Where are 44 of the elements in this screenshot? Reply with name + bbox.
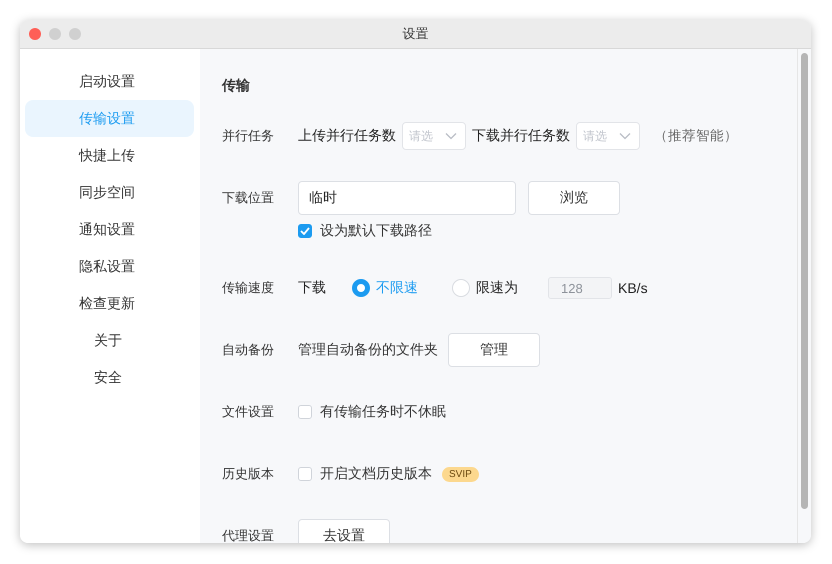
radio-label: 限速为 bbox=[476, 279, 518, 297]
sidebar-item[interactable]: 检查更新 bbox=[25, 285, 194, 322]
row-label: 并行任务 bbox=[222, 127, 275, 145]
chevron-down-icon bbox=[445, 132, 457, 140]
sidebar-item[interactable]: 启动设置 bbox=[25, 63, 194, 100]
path-field[interactable]: 临时 bbox=[298, 181, 516, 215]
sidebar-item[interactable]: 安全 bbox=[25, 359, 194, 396]
sidebar-item[interactable]: 快捷上传 bbox=[25, 137, 194, 174]
window-title: 设置 bbox=[402, 25, 428, 43]
minimize-button[interactable] bbox=[49, 28, 61, 40]
svip-badge: SVIP bbox=[442, 466, 479, 482]
close-button[interactable] bbox=[29, 28, 41, 40]
row-label: 历史版本 bbox=[222, 465, 275, 483]
checkbox-label: 开启文档历史版本 bbox=[320, 465, 432, 483]
row-label: 自动备份 bbox=[222, 341, 275, 359]
sidebar-item[interactable]: 同步空间 bbox=[25, 174, 194, 211]
row-label: 传输速度 bbox=[222, 279, 275, 297]
row-label: 文件设置 bbox=[222, 403, 275, 421]
zoom-button[interactable] bbox=[69, 28, 81, 40]
radio-button[interactable] bbox=[352, 279, 370, 297]
scrollbar-thumb[interactable] bbox=[801, 53, 808, 509]
download-label: 下载并行任务数 bbox=[472, 127, 570, 145]
checkbox-label: 设为默认下载路径 bbox=[320, 222, 432, 240]
chevron-down-icon bbox=[619, 132, 631, 140]
direction-label: 下载 bbox=[298, 279, 326, 297]
checkbox[interactable] bbox=[298, 224, 312, 238]
row-label: 下载位置 bbox=[222, 189, 275, 207]
radio-label: 不限速 bbox=[376, 279, 418, 297]
hint-text: （推荐智能） bbox=[654, 127, 738, 145]
scrollbar[interactable] bbox=[797, 49, 811, 543]
unit-label: KB/s bbox=[618, 280, 648, 296]
upload-label: 上传并行任务数 bbox=[298, 127, 396, 145]
checkbox[interactable] bbox=[298, 467, 312, 481]
description-text: 管理自动备份的文件夹 bbox=[298, 341, 438, 359]
browse-button[interactable]: 浏览 bbox=[528, 181, 620, 215]
checkbox[interactable] bbox=[298, 405, 312, 419]
row-label: 代理设置 bbox=[222, 527, 275, 543]
sidebar-item[interactable]: 隐私设置 bbox=[25, 248, 194, 285]
checkbox-label: 有传输任务时不休眠 bbox=[320, 403, 446, 421]
action-button[interactable]: 管理 bbox=[448, 333, 540, 367]
sidebar-item[interactable]: 通知设置 bbox=[25, 211, 194, 248]
section-title: 传输 bbox=[222, 76, 251, 95]
action-button[interactable]: 去设置 bbox=[298, 519, 390, 543]
sidebar-item[interactable]: 关于 bbox=[25, 322, 194, 359]
